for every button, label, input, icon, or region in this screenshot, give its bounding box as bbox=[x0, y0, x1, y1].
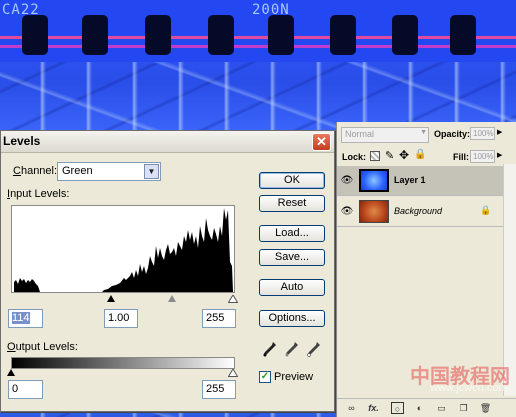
sprocket-hole bbox=[82, 15, 108, 55]
channel-label: Channel: bbox=[13, 165, 58, 177]
lock-brush-icon[interactable]: ✎ bbox=[385, 149, 394, 162]
black-eyedropper-icon[interactable] bbox=[263, 341, 277, 357]
white-eyedropper-icon[interactable] bbox=[307, 341, 321, 357]
dialog-titlebar[interactable]: Levels ✕ bbox=[1, 131, 334, 153]
options-button[interactable]: Options... bbox=[259, 310, 325, 327]
input-black-slider[interactable] bbox=[107, 295, 115, 302]
sprocket-hole bbox=[22, 15, 48, 55]
layer-row-background[interactable]: 👁 Background 🔒 bbox=[337, 197, 503, 227]
fill-field[interactable]: 100% bbox=[470, 150, 495, 163]
load-button[interactable]: Load... bbox=[259, 225, 325, 242]
opacity-field[interactable]: 100% bbox=[470, 127, 495, 140]
output-gradient-bar bbox=[11, 357, 235, 369]
blend-mode-select[interactable]: Normal ▼ bbox=[341, 127, 429, 143]
adjustment-icon[interactable]: ◐ bbox=[413, 402, 426, 414]
chevron-down-icon: ▼ bbox=[420, 129, 427, 136]
auto-button[interactable]: Auto bbox=[259, 279, 325, 296]
dialog-title: Levels bbox=[3, 134, 41, 148]
sprocket-hole bbox=[450, 15, 476, 55]
chevron-down-icon[interactable]: ▼ bbox=[144, 164, 159, 179]
preview-label: Preview bbox=[274, 371, 314, 383]
new-layer-icon[interactable]: ❐ bbox=[457, 402, 470, 414]
lock-icon: 🔒 bbox=[480, 205, 492, 215]
lock-move-icon[interactable]: ✥ bbox=[399, 148, 409, 162]
close-button[interactable]: ✕ bbox=[312, 133, 331, 151]
fx-icon[interactable]: fx. bbox=[367, 402, 380, 414]
watermark-url: www.jcwcn.com bbox=[430, 382, 508, 394]
output-white-field[interactable]: 255 bbox=[202, 380, 236, 399]
sprocket-hole bbox=[392, 15, 418, 55]
input-levels-label: Input Levels: bbox=[7, 188, 70, 200]
fill-label: Fill: bbox=[453, 152, 469, 162]
opacity-label: Opacity: bbox=[434, 129, 471, 139]
layer-thumbnail bbox=[359, 200, 389, 223]
layer-name: Background bbox=[394, 206, 443, 216]
preview-checkbox[interactable]: ✓ bbox=[259, 371, 271, 383]
histogram-graph bbox=[14, 208, 233, 292]
output-white-slider[interactable] bbox=[228, 369, 238, 377]
channel-select[interactable]: Green ▼ bbox=[57, 162, 161, 181]
input-white-slider[interactable] bbox=[228, 295, 238, 303]
eye-icon[interactable]: 👁 bbox=[340, 174, 354, 187]
input-gamma-field[interactable]: 1.00 bbox=[104, 309, 138, 328]
input-black-field[interactable]: 114 bbox=[8, 309, 43, 328]
trash-icon[interactable]: 🗑 bbox=[479, 402, 492, 414]
sprocket-hole bbox=[145, 15, 171, 55]
input-gamma-slider[interactable] bbox=[168, 295, 176, 302]
film-line-magenta bbox=[0, 36, 516, 39]
mask-icon[interactable]: ○ bbox=[391, 402, 404, 414]
histogram bbox=[11, 205, 235, 293]
output-levels-label: Output Levels: bbox=[7, 341, 78, 353]
sprocket-hole bbox=[268, 15, 294, 55]
ok-button[interactable]: OK bbox=[259, 172, 325, 189]
gray-eyedropper-icon[interactable] bbox=[285, 341, 299, 357]
layer-row-layer-1[interactable]: 👁 Layer 1 bbox=[337, 166, 503, 196]
film-line-purple bbox=[0, 45, 516, 48]
group-icon[interactable]: ▭ bbox=[435, 402, 448, 414]
channel-value: Green bbox=[62, 165, 93, 177]
opacity-arrow-icon[interactable]: ▶ bbox=[497, 128, 502, 136]
blend-mode-value: Normal bbox=[345, 129, 375, 139]
lock-transparency-icon[interactable] bbox=[370, 151, 380, 161]
sprocket-hole bbox=[330, 15, 356, 55]
fill-arrow-icon[interactable]: ▶ bbox=[497, 151, 502, 159]
link-icon[interactable]: ∞ bbox=[345, 402, 358, 414]
input-white-field[interactable]: 255 bbox=[202, 309, 236, 328]
layer-name: Layer 1 bbox=[394, 175, 426, 185]
output-black-field[interactable]: 0 bbox=[8, 380, 43, 399]
layer-thumbnail bbox=[359, 169, 389, 192]
output-black-slider[interactable] bbox=[7, 369, 15, 376]
lock-label: Lock: bbox=[342, 152, 367, 162]
lock-all-icon[interactable]: 🔒 bbox=[414, 149, 426, 160]
layers-bottom-toolbar: ∞ fx. ○ ◐ ▭ ❐ 🗑 bbox=[337, 398, 516, 417]
sprocket-hole bbox=[208, 15, 234, 55]
save-button[interactable]: Save... bbox=[259, 249, 325, 266]
reset-button[interactable]: Reset bbox=[259, 195, 325, 212]
eye-icon[interactable]: 👁 bbox=[340, 205, 354, 218]
levels-dialog: Levels ✕ Channel: Green ▼ Input Levels: … bbox=[0, 130, 335, 412]
